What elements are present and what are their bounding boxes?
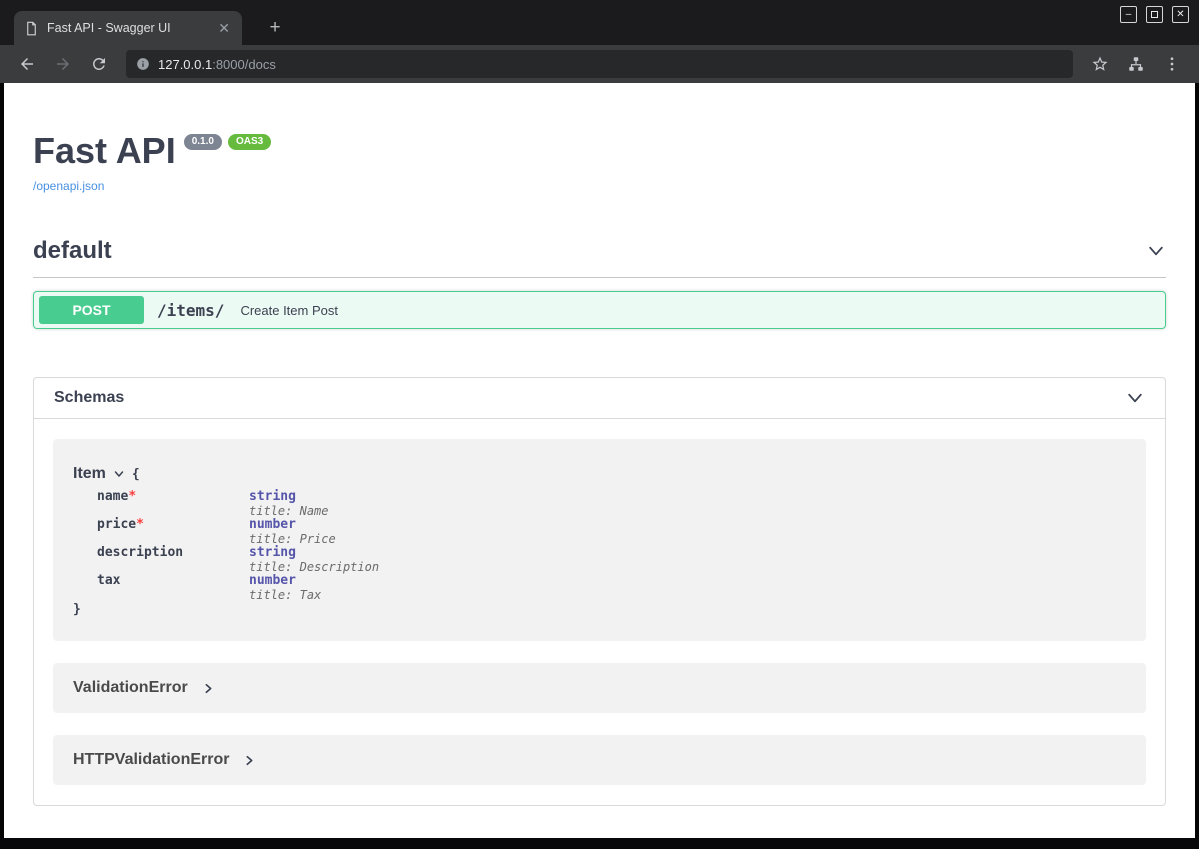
property-title: title: Tax — [249, 588, 1126, 602]
url-host: 127.0.0.1 — [158, 57, 212, 72]
chevron-right-icon[interactable] — [243, 754, 256, 767]
property-row: tax number title: Tax — [97, 574, 1126, 602]
chevron-down-icon[interactable] — [1146, 241, 1166, 261]
window-bottom-border — [0, 838, 1199, 849]
model-item-header[interactable]: Item { — [73, 465, 1126, 483]
browser-toolbar: 127.0.0.1:8000/docs — [0, 45, 1199, 83]
tab-title: Fast API - Swagger UI — [47, 21, 208, 35]
model-http-validation-error[interactable]: HTTPValidationError — [53, 735, 1146, 785]
maximize-icon — [1151, 11, 1158, 18]
version-badge: 0.1.0 — [184, 134, 222, 150]
api-info: Fast API 0.1.0 OAS3 /openapi.json — [33, 131, 1166, 195]
schemas-body: Item { name* string title: N — [34, 419, 1165, 805]
property-row: description string title: Description — [97, 546, 1126, 574]
back-button[interactable] — [12, 49, 42, 79]
oas3-badge: OAS3 — [228, 134, 271, 150]
post-method-badge[interactable]: POST — [39, 296, 144, 324]
schemas-header[interactable]: Schemas — [34, 378, 1165, 419]
chevron-down-icon[interactable] — [1125, 388, 1145, 408]
property-row: price* number title: Price — [97, 518, 1126, 546]
property-name: description — [97, 546, 249, 560]
forward-button[interactable] — [48, 49, 78, 79]
property-row: name* string title: Name — [97, 490, 1126, 518]
reload-button[interactable] — [84, 49, 114, 79]
page-content: Fast API 0.1.0 OAS3 /openapi.json defaul… — [4, 83, 1195, 838]
chevron-down-icon[interactable] — [113, 468, 125, 480]
tag-label: default — [33, 237, 112, 265]
property-type: number — [249, 574, 1126, 588]
openapi-spec-link[interactable]: /openapi.json — [33, 179, 104, 193]
schemas-label: Schemas — [54, 389, 124, 407]
tag-section-default[interactable]: default — [33, 237, 1166, 278]
page-icon — [24, 21, 39, 36]
close-brace: } — [73, 602, 1126, 617]
swagger-ui: Fast API 0.1.0 OAS3 /openapi.json defaul… — [4, 131, 1195, 806]
model-name: Item — [73, 465, 106, 483]
url-path: :8000/docs — [212, 57, 276, 72]
maximize-button[interactable] — [1146, 6, 1163, 23]
address-bar[interactable]: 127.0.0.1:8000/docs — [126, 50, 1073, 78]
browser-window: Fast API - Swagger UI ✕ + – ✕ 127.0.0.1:… — [0, 0, 1199, 849]
tab-tree-extension-icon[interactable] — [1121, 49, 1151, 79]
browser-menu-button[interactable] — [1157, 49, 1187, 79]
site-info-icon[interactable] — [136, 57, 150, 71]
required-marker: * — [128, 489, 136, 504]
opblock-summary: Create Item Post — [240, 303, 338, 318]
property-type: number — [249, 518, 1126, 532]
api-badges: 0.1.0 OAS3 — [184, 134, 271, 150]
property-type: string — [249, 490, 1126, 504]
new-tab-button[interactable]: + — [262, 15, 288, 41]
opblock-path[interactable]: /items/ — [157, 301, 224, 320]
window-controls: – ✕ — [1120, 6, 1189, 23]
property-name: tax — [97, 574, 249, 588]
minimize-button[interactable]: – — [1120, 6, 1137, 23]
model-item: Item { name* string title: N — [53, 439, 1146, 641]
chevron-right-icon[interactable] — [202, 682, 215, 695]
opblock-post-items[interactable]: POST /items/ Create Item Post — [33, 291, 1166, 329]
page-title: Fast API — [33, 131, 176, 171]
property-title: title: Price — [249, 532, 1126, 546]
property-detail: number title: Tax — [249, 574, 1126, 602]
property-name: price* — [97, 518, 249, 532]
model-validation-error[interactable]: ValidationError — [53, 663, 1146, 713]
open-brace: { — [132, 467, 140, 482]
property-detail: string title: Description — [249, 546, 1126, 574]
browser-tab[interactable]: Fast API - Swagger UI ✕ — [14, 11, 242, 45]
schemas-section: Schemas Item { — [33, 377, 1166, 806]
close-button[interactable]: ✕ — [1172, 6, 1189, 23]
required-marker: * — [136, 517, 144, 532]
url-text[interactable]: 127.0.0.1:8000/docs — [158, 57, 276, 72]
property-title: title: Name — [249, 504, 1126, 518]
model-properties: name* string title: Name price* number — [97, 490, 1126, 602]
property-title: title: Description — [249, 560, 1126, 574]
property-detail: number title: Price — [249, 518, 1126, 546]
tab-close-icon[interactable]: ✕ — [216, 21, 232, 35]
browser-titlebar: Fast API - Swagger UI ✕ + – ✕ — [0, 0, 1199, 45]
model-name: ValidationError — [73, 679, 188, 697]
bookmark-star-icon[interactable] — [1085, 49, 1115, 79]
property-detail: string title: Name — [249, 490, 1126, 518]
model-name: HTTPValidationError — [73, 751, 229, 769]
property-type: string — [249, 546, 1126, 560]
property-name: name* — [97, 490, 249, 504]
